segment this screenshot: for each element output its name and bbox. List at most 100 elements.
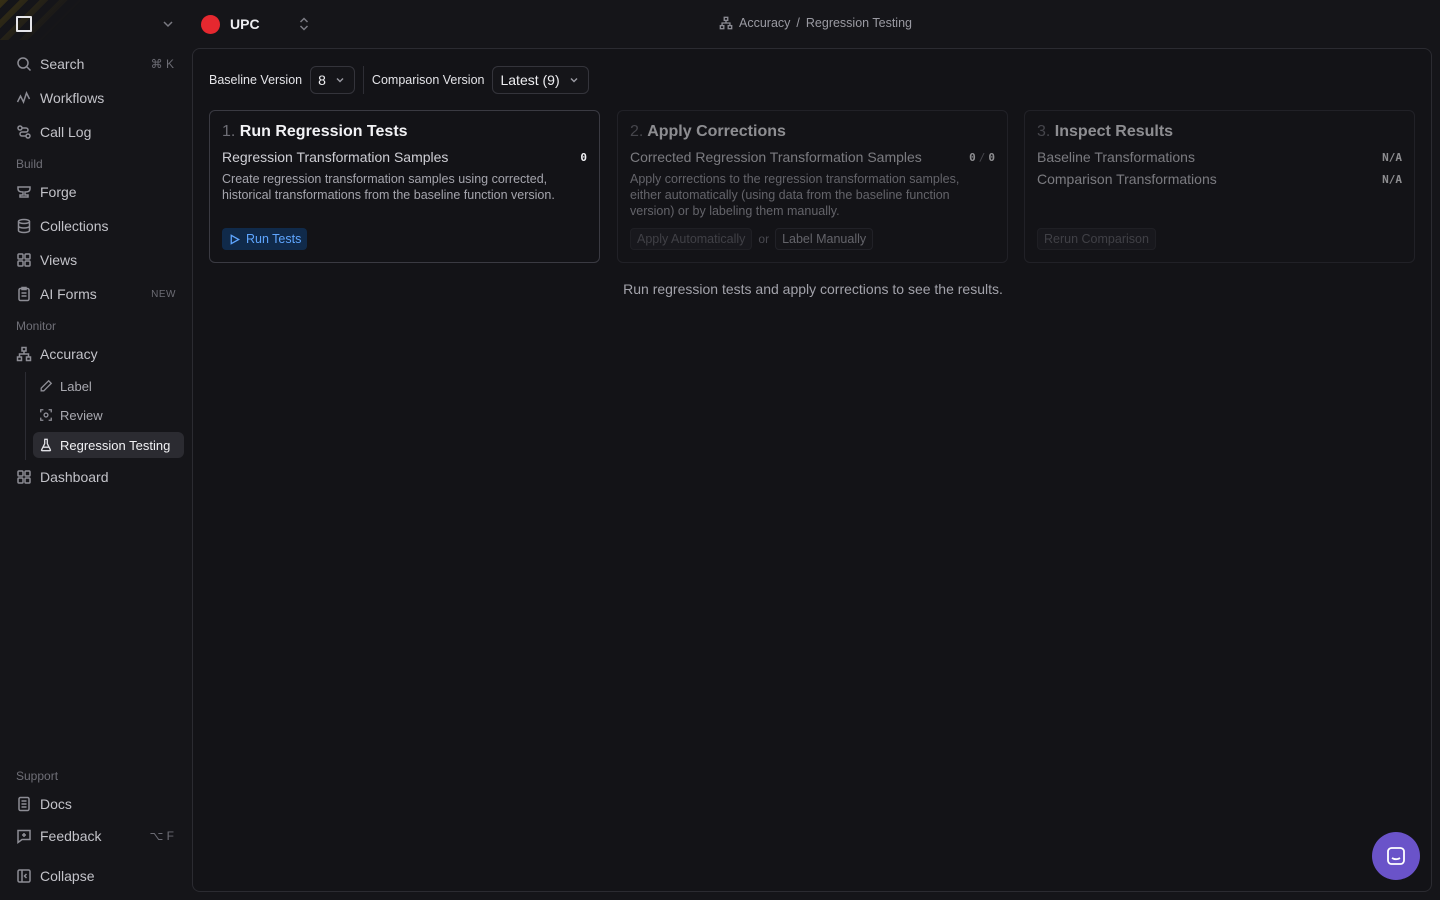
breadcrumb-parent[interactable]: Accuracy (739, 16, 790, 30)
version-bar: Baseline Version 8 Comparison Version La… (209, 65, 589, 95)
sidebar-item-label: Forge (40, 184, 77, 200)
button-label: Run Tests (246, 232, 302, 246)
dashboard-icon (17, 470, 31, 484)
step-actions: Run Tests (222, 228, 308, 250)
main-panel: Baseline Version 8 Comparison Version La… (192, 48, 1432, 892)
comparison-version-label: Comparison Version (371, 73, 485, 87)
sidebar-item-collapse[interactable]: Collapse (8, 862, 184, 890)
sidebar-item-docs[interactable]: Docs (8, 790, 184, 818)
baseline-version-select[interactable]: 8 (310, 66, 355, 94)
sidebar-item-label: Collections (40, 218, 109, 234)
chevron-down-icon[interactable] (160, 16, 176, 32)
metric-value: 0 (580, 150, 587, 164)
section-label-build: Build (16, 157, 43, 171)
grid-icon (17, 253, 31, 267)
metric-row: Corrected Regression Transformation Samp… (630, 149, 995, 165)
run-tests-button[interactable]: Run Tests (222, 228, 308, 250)
or-text: or (758, 232, 770, 246)
sidebar-item-forge[interactable]: Forge (8, 178, 184, 206)
subtree-line (25, 372, 26, 460)
comparison-version-select[interactable]: Latest (9) (492, 66, 589, 94)
message-plus-icon (17, 829, 31, 844)
chat-launcher-button[interactable] (1372, 832, 1420, 880)
feedback-shortcut: ⌥ F (149, 829, 175, 843)
sidebar-item-label: Collapse (40, 868, 95, 884)
sidebar-item-label: Feedback (40, 828, 102, 844)
sidebar-item-dashboard[interactable]: Dashboard (8, 463, 184, 491)
metric-value: 0/0 (969, 151, 995, 164)
metric-separator: / (978, 150, 986, 164)
route-icon (17, 125, 31, 139)
hierarchy-icon (719, 16, 733, 30)
sidebar-item-views[interactable]: Views (8, 246, 184, 274)
sidebar-collapse-icon (17, 869, 31, 883)
sidebar-item-accuracy[interactable]: Accuracy (8, 340, 184, 368)
sidebar-item-label-page[interactable]: Label (33, 373, 184, 399)
sidebar-item-label: Accuracy (40, 346, 98, 362)
app-logo[interactable] (16, 16, 32, 32)
database-icon (17, 218, 31, 234)
step-number: 1. (222, 123, 236, 140)
step-card-inspect-results: 3. Inspect Results Baseline Transformati… (1024, 110, 1415, 263)
sidebar-item-label: Search (40, 56, 85, 72)
sidebar-item-review[interactable]: Review (33, 402, 184, 428)
baseline-version-value: 8 (318, 72, 326, 88)
sidebar-item-label: Views (40, 252, 78, 268)
corner-stripes-decoration (0, 0, 80, 40)
play-icon (230, 233, 241, 245)
sidebar-item-feedback[interactable]: Feedback ⌥ F (8, 822, 184, 850)
metric-label: Corrected Regression Transformation Samp… (630, 149, 922, 165)
project-color-dot (201, 14, 220, 34)
step-title-text: Run Regression Tests (239, 123, 408, 140)
sidebar-item-label: Review (60, 407, 103, 423)
step-actions: Rerun Comparison (1037, 228, 1156, 250)
empty-state-message: Run regression tests and apply correctio… (623, 281, 1003, 297)
breadcrumb-separator: / (796, 16, 800, 30)
anvil-icon (17, 186, 31, 198)
sidebar-item-label: Regression Testing (60, 437, 171, 453)
step-title: 2. Apply Corrections (630, 123, 995, 141)
metric-value-total: 0 (988, 150, 995, 164)
metric-label: Baseline Transformations (1037, 149, 1195, 165)
workflow-icon (16, 91, 31, 104)
metric-value: N/A (1382, 150, 1402, 164)
metric-value: N/A (1382, 172, 1402, 186)
sidebar-item-call-log[interactable]: Call Log (8, 118, 184, 146)
step-description: Apply corrections to the regression tran… (630, 172, 960, 218)
sidebar-item-label: Label (60, 378, 92, 394)
divider (362, 66, 364, 94)
step-title-text: Apply Corrections (647, 123, 786, 140)
metric-row: Comparison Transformations N/A (1037, 171, 1402, 187)
step-number: 3. (1037, 123, 1051, 140)
search-icon (17, 57, 32, 72)
sidebar-item-label: AI Forms (40, 286, 97, 302)
step-description: Create regression transformation samples… (222, 172, 555, 202)
step-number: 2. (630, 123, 644, 140)
sidebar-item-label: Dashboard (40, 469, 109, 485)
comparison-version-value: Latest (9) (500, 72, 560, 88)
apply-automatically-button[interactable]: Apply Automatically (630, 228, 753, 250)
rerun-comparison-button[interactable]: Rerun Comparison (1037, 228, 1156, 250)
section-label-support: Support (16, 769, 59, 783)
sidebar-item-label: Call Log (40, 124, 92, 140)
sidebar-item-label: Workflows (40, 90, 105, 106)
chevron-up-down-icon[interactable] (296, 15, 312, 33)
metric-value-corrected: 0 (969, 150, 976, 164)
document-icon (18, 796, 30, 812)
sidebar-item-collections[interactable]: Collections (8, 212, 184, 240)
step-title: 1. Run Regression Tests (222, 123, 587, 141)
metric-row: Regression Transformation Samples 0 (222, 149, 587, 165)
sidebar-item-workflows[interactable]: Workflows (8, 84, 184, 112)
label-manually-button[interactable]: Label Manually (775, 228, 874, 250)
metric-row: Baseline Transformations N/A (1037, 149, 1402, 165)
section-label-monitor: Monitor (16, 319, 57, 333)
breadcrumb: Accuracy / Regression Testing (719, 16, 912, 30)
project-selector[interactable]: UPC (201, 14, 260, 34)
chevron-down-icon (570, 78, 578, 83)
sidebar-item-search[interactable]: Search ⌘ K (8, 50, 184, 78)
new-badge: NEW (151, 288, 176, 300)
sidebar-item-ai-forms[interactable]: AI Forms NEW (8, 280, 184, 308)
sidebar-item-regression-testing[interactable]: Regression Testing (33, 432, 184, 458)
step-actions: Apply Automatically or Label Manually (630, 228, 874, 250)
step-title: 3. Inspect Results (1037, 123, 1402, 141)
